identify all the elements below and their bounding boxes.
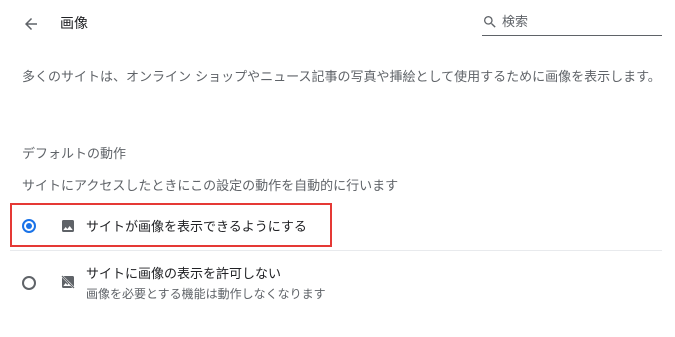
allow-images-radio[interactable] [22, 219, 36, 233]
search-box[interactable] [482, 10, 664, 36]
arrow-back-icon [25, 18, 37, 30]
allow-images-label: サイトが画像を表示できるようにする [86, 220, 307, 235]
search-icon [484, 16, 496, 28]
image-icon [62, 220, 74, 232]
page-description: 多くのサイトは、オンライン ショップやニュース記事の写真や挿絵として使用するため… [22, 70, 661, 85]
page-title: 画像 [60, 16, 88, 32]
settings-page: 画像 多くのサイトは、オンライン ショップやニュース記事の写真や挿絵として使用す… [0, 0, 675, 337]
default-behavior-subheading: サイトにアクセスしたときにこの設定の動作を自動的に行います [22, 179, 399, 194]
block-images-radio[interactable] [22, 276, 36, 290]
search-input[interactable] [500, 10, 664, 34]
block-images-sublabel: 画像を必要とする機能は動作しなくなります [86, 287, 326, 301]
image-off-icon [61, 275, 75, 289]
default-behavior-heading: デフォルトの動作 [22, 147, 127, 162]
block-images-option[interactable]: サイトに画像の表示を許可しない 画像を必要とする機能は動作しなくなります [10, 252, 662, 314]
option-divider [10, 250, 662, 251]
block-images-label: サイトに画像の表示を許可しない [86, 267, 282, 282]
back-button[interactable] [18, 11, 44, 37]
allow-images-option[interactable]: サイトが画像を表示できるようにする [10, 203, 662, 249]
